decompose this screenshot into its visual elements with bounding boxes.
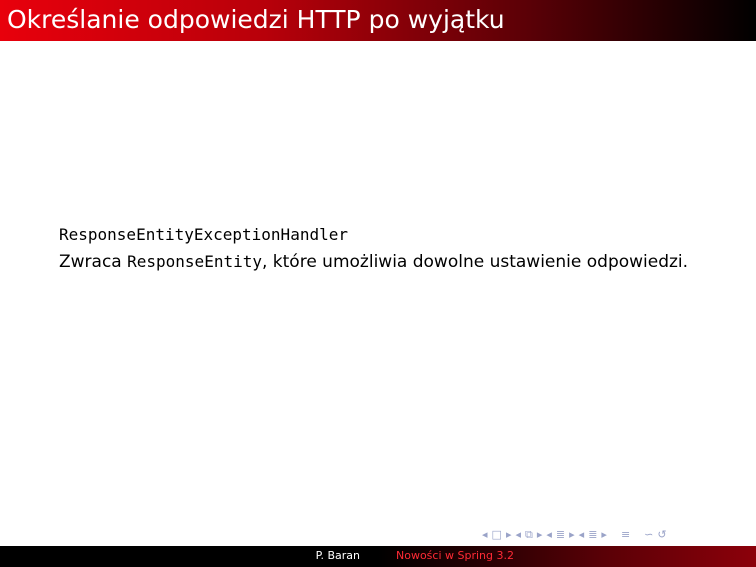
slide-title: Określanie odpowiedzi HTTP po wyjątku xyxy=(7,5,505,34)
next-subsection-icon[interactable]: ▸ xyxy=(536,527,544,543)
footer-title-section: Nowości w Spring 3.2 xyxy=(378,546,756,567)
next-doc-icon[interactable]: ▸ xyxy=(600,527,608,543)
footer-author: P. Baran xyxy=(315,549,360,562)
class-name-code: ResponseEntityExceptionHandler xyxy=(59,225,348,244)
prev-section-icon[interactable]: ◂ xyxy=(545,527,553,543)
description-prefix: Zwraca xyxy=(59,252,128,272)
prev-doc-icon[interactable]: ◂ xyxy=(578,527,586,543)
prev-frame-icon[interactable]: ◂ xyxy=(481,527,489,543)
beamer-navigation-bar: ◂ □ ▸ ◂ ⧉ ▸ ◂ ≣ ▸ ◂ ≣ ▸ ≡ ∽ ↺ xyxy=(481,526,668,544)
section-icon[interactable]: ≣ xyxy=(555,527,566,543)
next-frame-icon[interactable]: ▸ xyxy=(505,527,513,543)
align-icon[interactable]: ≡ xyxy=(620,527,631,543)
description-suffix: , które umożliwia dowolne ustawienie odp… xyxy=(261,252,689,272)
description-text: Zwraca ResponseEntity, które umożliwia d… xyxy=(59,248,699,276)
slide-footer: P. Baran Nowości w Spring 3.2 xyxy=(0,546,756,567)
slide-title-bar: Określanie odpowiedzi HTTP po wyjątku xyxy=(0,0,756,41)
slide-body: ResponseEntityExceptionHandler Zwraca Re… xyxy=(59,221,699,276)
subsection-icon[interactable]: ⧉ xyxy=(524,527,534,543)
frame-icon[interactable]: □ xyxy=(491,527,503,543)
response-entity-code: ResponseEntity xyxy=(127,252,262,271)
footer-author-section: P. Baran xyxy=(0,546,378,567)
next-section-icon[interactable]: ▸ xyxy=(568,527,576,543)
doc-icon[interactable]: ≣ xyxy=(587,527,598,543)
prev-subsection-icon[interactable]: ◂ xyxy=(514,527,522,543)
footer-talk-title: Nowości w Spring 3.2 xyxy=(396,549,514,562)
search-icon[interactable]: ∽ xyxy=(643,527,654,543)
back-icon[interactable]: ↺ xyxy=(656,527,667,543)
